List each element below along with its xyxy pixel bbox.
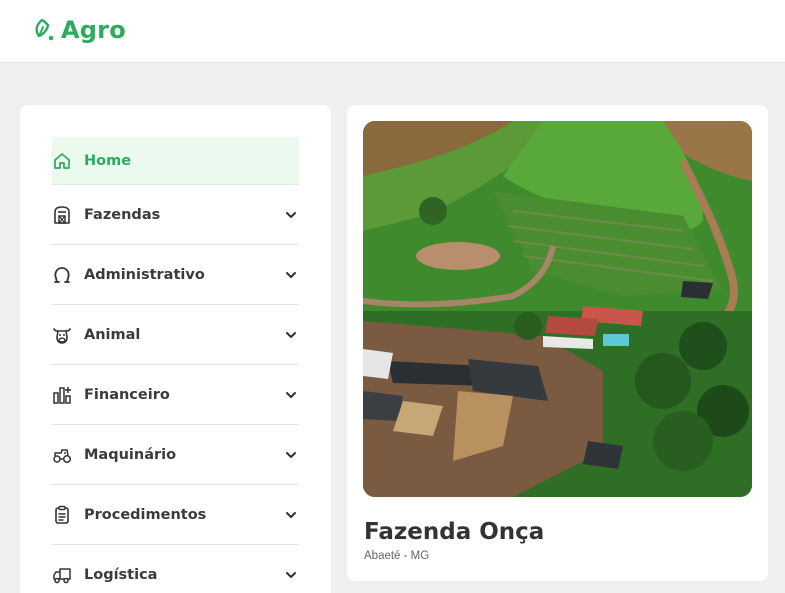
- farm-location: Abaeté - MG: [364, 550, 430, 562]
- chevron-down-icon[interactable]: [285, 209, 297, 221]
- sidebar-item-label: Fazendas: [84, 206, 161, 223]
- chevron-down-icon[interactable]: [285, 269, 297, 281]
- sidebar-item-label: Animal: [84, 326, 141, 343]
- chevron-down-icon[interactable]: [285, 329, 297, 341]
- sidebar-item-label: Maquinário: [84, 446, 177, 463]
- truck-icon: [52, 565, 72, 585]
- sidebar-item-logistica[interactable]: Logística: [52, 545, 299, 593]
- brand-logo[interactable]: Agro: [33, 15, 126, 45]
- sidebar-item-financeiro[interactable]: Financeiro: [52, 365, 299, 425]
- sidebar-item-label: Logística: [84, 566, 158, 583]
- chevron-down-icon[interactable]: [285, 509, 297, 521]
- clipboard-icon: [52, 505, 72, 525]
- tractor-icon: [52, 445, 72, 465]
- chevron-down-icon[interactable]: [285, 389, 297, 401]
- farm-aerial-photo: [363, 121, 752, 497]
- farm-building-icon: [52, 205, 72, 225]
- sidebar-item-maquinario[interactable]: Maquinário: [52, 425, 299, 485]
- farm-card[interactable]: Fazenda Onça Abaeté - MG: [347, 105, 768, 581]
- sidebar-item-label: Procedimentos: [84, 506, 207, 523]
- sidebar-item-administrativo[interactable]: Administrativo: [52, 245, 299, 305]
- bar-chart-icon: [52, 385, 72, 405]
- horseshoe-icon: [52, 265, 72, 285]
- sidebar: Home Fazendas Administrativo Animal Fina…: [20, 105, 331, 593]
- brand-name: Agro: [61, 16, 126, 44]
- home-icon: [52, 151, 72, 171]
- chevron-down-icon[interactable]: [285, 449, 297, 461]
- leaf-icon: [35, 18, 54, 41]
- sidebar-item-label: Home: [84, 152, 132, 169]
- farm-name: Fazenda Onça: [364, 519, 545, 545]
- sidebar-item-home[interactable]: Home: [52, 137, 299, 185]
- sidebar-item-label: Financeiro: [84, 386, 170, 403]
- sidebar-item-label: Administrativo: [84, 266, 205, 283]
- sidebar-item-fazendas[interactable]: Fazendas: [52, 185, 299, 245]
- sidebar-menu: Home Fazendas Administrativo Animal Fina…: [52, 137, 299, 593]
- sidebar-item-procedimentos[interactable]: Procedimentos: [52, 485, 299, 545]
- top-bar: Agro: [0, 0, 785, 63]
- chevron-down-icon[interactable]: [285, 569, 297, 581]
- cow-icon: [52, 325, 72, 345]
- sidebar-item-animal[interactable]: Animal: [52, 305, 299, 365]
